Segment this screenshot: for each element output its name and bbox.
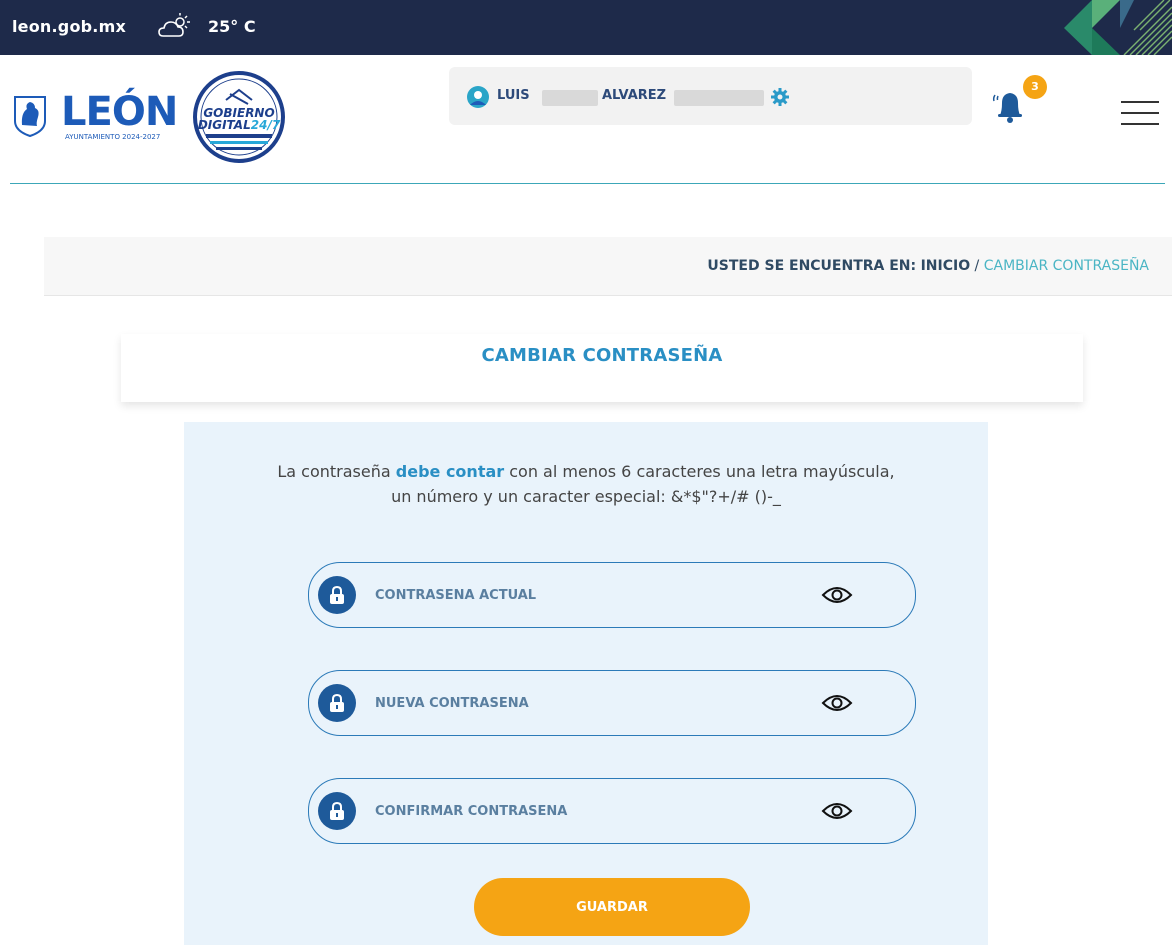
new-password-field (308, 670, 916, 736)
site-domain[interactable]: leon.gob.mx (12, 17, 126, 36)
confirm-password-field (308, 778, 916, 844)
current-password-input[interactable] (373, 581, 817, 609)
user-last-name: ALVAREZ (602, 88, 667, 103)
eye-icon[interactable] (821, 692, 853, 714)
lock-icon (318, 684, 356, 722)
lion-shield-icon (14, 96, 46, 137)
breadcrumb-home-link[interactable]: INICIO (921, 258, 971, 274)
temperature: 25° C (208, 17, 256, 36)
leon-subtitle: AYUNTAMIENTO 2024-2027 (65, 133, 161, 141)
current-password-field (308, 562, 916, 628)
leon-wordmark: LEÓN (61, 89, 178, 135)
breadcrumb-prefix: USTED SE ENCUENTRA EN: (707, 258, 917, 274)
save-button[interactable]: GUARDAR (474, 878, 750, 936)
page-title: CAMBIAR CONTRASEÑA (481, 345, 723, 366)
user-avatar-icon (467, 86, 489, 108)
eye-icon[interactable] (821, 584, 853, 606)
redacted-surname-block (674, 90, 764, 106)
confirm-password-input[interactable] (373, 797, 817, 825)
page-title-card: CAMBIAR CONTRASEÑA (121, 334, 1083, 402)
notifications-button[interactable]: 3 (990, 75, 1050, 127)
gear-icon[interactable] (771, 88, 789, 106)
24-7-text: 24/7 (250, 118, 281, 132)
site-header: LEÓN AYUNTAMIENTO 2024-2027 GOBIERNO DIG… (0, 55, 1172, 185)
breadcrumb-current: CAMBIAR CONTRASEÑA (983, 258, 1149, 274)
partly-cloudy-sun-icon (158, 13, 190, 37)
leon-logo[interactable]: LEÓN AYUNTAMIENTO 2024-2027 (13, 89, 178, 151)
hamburger-menu-icon[interactable] (1121, 99, 1159, 127)
top-bar: leon.gob.mx 25° C (0, 0, 1172, 55)
redacted-name-block (542, 90, 598, 106)
change-password-panel: La contraseña debe contar con al menos 6… (184, 422, 988, 945)
lock-icon (318, 792, 356, 830)
password-requirements-notice: La contraseña debe contar con al menos 6… (277, 462, 895, 506)
new-password-input[interactable] (373, 689, 817, 717)
breadcrumb-separator: / (970, 258, 984, 274)
digital-text: DIGITAL (197, 118, 251, 132)
notification-count-badge: 3 (1023, 75, 1047, 99)
user-account-bar[interactable]: LUIS ALVAREZ (449, 67, 972, 125)
notice-emphasis: debe contar (395, 462, 505, 481)
lock-icon (318, 576, 356, 614)
header-divider (10, 183, 1165, 184)
breadcrumb: USTED SE ENCUENTRA EN: INICIO / CAMBIAR … (44, 237, 1172, 296)
decorative-pattern (1064, 0, 1172, 55)
gobierno-digital-logo[interactable]: GOBIERNO DIGITAL24/7 (190, 70, 288, 165)
eye-icon[interactable] (821, 800, 853, 822)
user-first-name: LUIS (497, 88, 530, 103)
